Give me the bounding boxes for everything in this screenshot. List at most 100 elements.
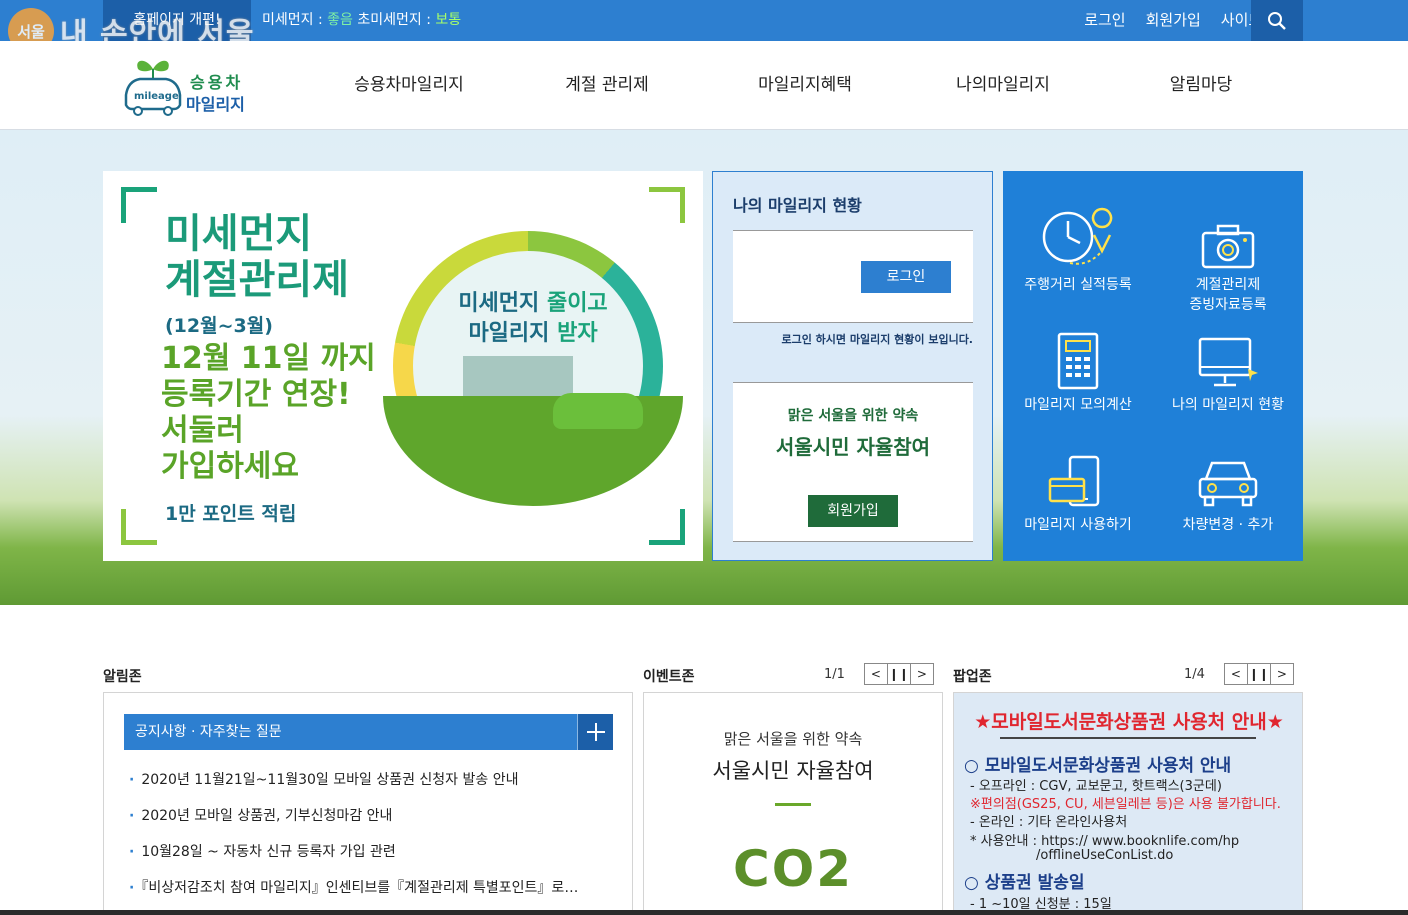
mileage-car-logo-icon [124, 60, 182, 116]
search-icon [1268, 11, 1286, 30]
green-car-illustration [553, 393, 643, 429]
bullet-icon: · [129, 880, 135, 896]
popup-line3: - 온라인 : 기타 온라인사용처 [970, 815, 1128, 830]
notice-tab-label[interactable]: 공지사항 · 자주찾는 질문 [135, 714, 282, 750]
notice-text[interactable]: 2020년 모바일 상품권, 기부신청마감 안내 [141, 808, 392, 824]
popup-heading: ★모바일도서문화상품권 사용처 안내★ [974, 711, 1284, 733]
banner-msg-line4: 가입하세요 [161, 449, 299, 484]
event-pager: 1/1 < ❙❙ > [824, 663, 934, 685]
camera-icon [1201, 224, 1255, 269]
event-page-count: 1/1 [824, 666, 845, 682]
site-logo[interactable]: mileage 승용차 마일리지 [120, 55, 260, 117]
list-item[interactable]: · 『비상저감조치 참여 마일리지』인센티브를『계절관리제 특별포인트』로… [129, 877, 578, 913]
hero-section: 미세먼지 계절관리제 (12월~3월) 12월 11일 까지 등록기간 연장! … [0, 130, 1408, 605]
list-item[interactable]: · 2020년 11월21일~11월30일 모바일 상품권 신청자 발송 안내 [129, 769, 578, 805]
main-nav: 승용차마일리지 계절 관리제 마일리지혜택 나의마일리지 알림마당 [310, 41, 1300, 130]
login-button[interactable]: 로그인 [861, 261, 951, 293]
chevron-right-icon: > [916, 667, 927, 681]
more-button[interactable] [577, 714, 613, 750]
slogan-2b: 받자 [557, 321, 598, 346]
login-link[interactable]: 로그인 [1084, 0, 1125, 41]
popup-sub1: ○ 모바일도서문화상품권 사용처 안내 [964, 756, 1232, 776]
my-status-title: 나의 마일리지 현황 [733, 196, 862, 215]
nav-item-seasonal-management[interactable]: 계절 관리제 [508, 41, 706, 130]
banner-msg-line2: 등록기간 연장! [161, 377, 351, 412]
promise-text: 맑은 서울을 위한 약속 [787, 408, 919, 424]
fine-dust-value: 보통 [435, 12, 462, 28]
popup-sub2: ○ 상품권 발송일 [964, 873, 1085, 893]
banner-title: 미세먼지 계절관리제 [165, 211, 405, 303]
pause-button[interactable]: ❙❙ [1246, 663, 1271, 685]
prev-button[interactable]: < [863, 663, 888, 685]
banner-title-line2: 계절관리제 [165, 257, 349, 303]
quick-menu: 주행거리 실적등록 계절관리제 증빙자료등록 마일리지 모의계산 나의 마일리지… [1003, 171, 1303, 561]
prev-button[interactable]: < [1223, 663, 1248, 685]
quick-label: 나의 마일리지 현황 [1172, 397, 1284, 413]
banner-title-line1: 미세먼지 [165, 211, 313, 257]
dust-label: 미세먼지 : [262, 12, 323, 28]
nav-item-car-mileage[interactable]: 승용차마일리지 [310, 41, 508, 130]
notice-text[interactable]: 『비상저감조치 참여 마일리지』인센티브를『계절관리제 특별포인트』로… [141, 880, 578, 896]
nav-item-notice-board[interactable]: 알림마당 [1102, 41, 1300, 130]
utility-links: 로그인 회원가입 사이트맵 [1084, 0, 1276, 41]
quick-label: 마일리지 모의계산 [1024, 397, 1132, 413]
next-button[interactable]: > [909, 663, 934, 685]
quick-label-line1: 계절관리제 [1195, 277, 1261, 293]
banner-points: 1만 포인트 적립 [165, 503, 297, 525]
quick-item-change-vehicle[interactable]: 차량변경 · 추가 [1153, 441, 1303, 561]
notice-tab-bar[interactable]: 공지사항 · 자주찾는 질문 [124, 714, 613, 750]
nav-item-my-mileage[interactable]: 나의마일리지 [904, 41, 1102, 130]
car-icon [1198, 461, 1258, 507]
quick-label: 차량변경 · 추가 [1182, 517, 1274, 533]
list-item[interactable]: · 10월28일 ~ 자동차 신규 등록자 가입 관련 [129, 841, 578, 877]
next-button[interactable]: > [1269, 663, 1294, 685]
banner-period: (12월~3월) [165, 315, 273, 337]
popup-zone-title: 팝업존 [953, 669, 992, 685]
logo-mark-text: mileage [134, 91, 179, 102]
signup-link[interactable]: 회원가입 [1146, 0, 1201, 41]
quick-item-my-status[interactable]: 나의 마일리지 현황 [1153, 321, 1303, 441]
login-box: 로그인 [733, 230, 973, 323]
popup-zone[interactable]: ★모바일도서문화상품권 사용처 안내★ ○ 모바일도서문화상품권 사용처 안내 … [953, 692, 1303, 915]
logo-line2: 마일리지 [186, 95, 245, 114]
main-banner[interactable]: 미세먼지 계절관리제 (12월~3월) 12월 11일 까지 등록기간 연장! … [103, 171, 703, 561]
bullet-icon: · [129, 808, 135, 824]
notice-text[interactable]: 10월28일 ~ 자동차 신규 등록자 가입 관련 [141, 844, 395, 860]
event-line1: 맑은 서울을 위한 약속 [723, 730, 863, 748]
event-zone[interactable]: 맑은 서울을 위한 약속 서울시민 자율참여 CO2 [643, 692, 943, 915]
quick-item-evidence-upload[interactable]: 계절관리제 증빙자료등록 [1153, 201, 1303, 321]
chevron-left-icon: < [870, 667, 881, 681]
co2-graphic: CO2 [733, 840, 853, 898]
event-zone-title: 이벤트존 [643, 669, 695, 685]
slogan-2a: 마일리지 [468, 321, 550, 346]
event-line2: 서울시민 자율참여 [712, 759, 874, 783]
clock-location-icon [1042, 207, 1113, 265]
pause-icon: ❙❙ [1248, 667, 1269, 681]
popup-line2: ※편의점(GS25, CU, 세븐일레븐 등)은 사용 불가합니다. [970, 797, 1281, 812]
popup-line1: - 오프라인 : CGV, 교보문고, 핫트랙스(3군데) [970, 779, 1222, 794]
banner-msg-line3: 서둘러 [161, 413, 244, 448]
banner-message: 12월 11일 까지 등록기간 연장! 서둘러 가입하세요 [161, 341, 381, 485]
list-item[interactable]: · 2020년 모바일 상품권, 기부신청마감 안내 [129, 805, 578, 841]
banner-corner [121, 187, 157, 223]
quick-item-use-mileage[interactable]: 마일리지 사용하기 [1003, 441, 1153, 561]
banner-msg-line1: 12월 11일 까지 [161, 341, 376, 376]
quick-item-mileage-report[interactable]: 주행거리 실적등록 [1003, 201, 1153, 321]
alarm-zone: 공지사항 · 자주찾는 질문 · 2020년 11월21일~11월30일 모바일 … [103, 692, 633, 915]
event-divider [775, 803, 811, 806]
pause-button[interactable]: ❙❙ [886, 663, 911, 685]
banner-corner [121, 509, 157, 545]
quick-label: 마일리지 사용하기 [1024, 517, 1132, 533]
bullet-icon: · [129, 844, 135, 860]
banner-slogan: 미세먼지 줄이고 마일리지 받자 [438, 289, 628, 349]
join-button[interactable]: 회원가입 [808, 495, 898, 527]
quick-item-calculator[interactable]: 마일리지 모의계산 [1003, 321, 1153, 441]
logo-line1: 승용차 [190, 73, 244, 92]
notice-text[interactable]: 2020년 11월21일~11월30일 모바일 상품권 신청자 발송 안내 [141, 772, 518, 788]
slogan-1b: 줄이고 [546, 291, 608, 316]
search-button[interactable] [1251, 0, 1303, 41]
popup-line5: /offlineUseConList.do [1036, 848, 1174, 863]
popup-divider [1000, 737, 1256, 739]
nav-item-benefits[interactable]: 마일리지혜택 [706, 41, 904, 130]
citizen-text: 서울시민 자율참여 [775, 435, 931, 459]
